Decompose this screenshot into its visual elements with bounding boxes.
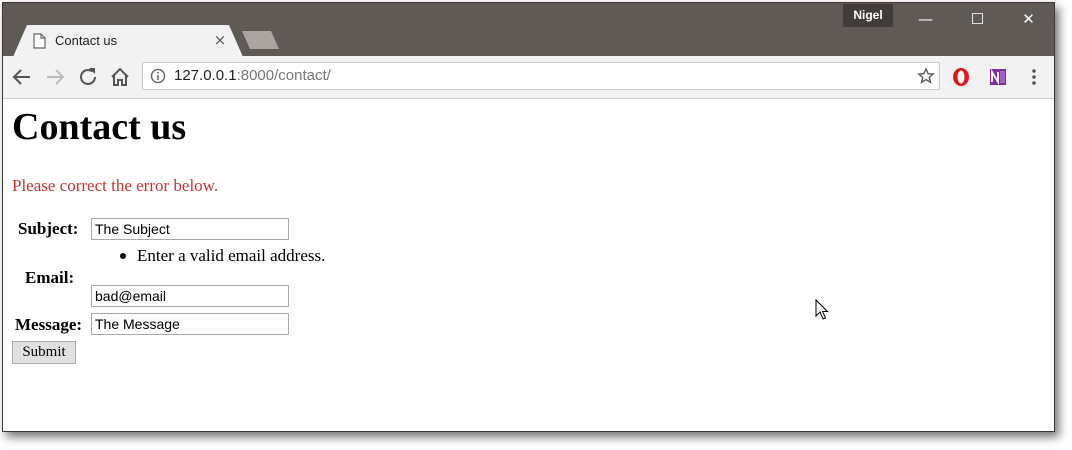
page-icon — [33, 33, 46, 49]
url-path: :8000/contact/ — [236, 67, 331, 84]
tab-shape — [13, 25, 243, 57]
tab-contact-us[interactable]: Contact us × — [13, 25, 243, 57]
browser-window: Contact us × Nigel — ☐ ✕ 127.0.0.1:8000/… — [2, 2, 1055, 432]
mouse-cursor-icon — [815, 299, 829, 320]
close-window-button[interactable]: ✕ — [1006, 9, 1051, 29]
onenote-icon[interactable] — [988, 67, 1008, 87]
title-bar: Contact us × Nigel — ☐ ✕ — [3, 3, 1054, 57]
message-input[interactable] — [91, 313, 289, 335]
subject-input[interactable] — [91, 218, 289, 240]
email-error-message: Enter a valid email address. — [137, 246, 326, 265]
forward-icon[interactable] — [43, 65, 67, 89]
opera-icon[interactable] — [951, 67, 971, 87]
reload-icon[interactable] — [76, 65, 100, 89]
back-icon[interactable] — [10, 65, 34, 89]
address-bar[interactable]: 127.0.0.1:8000/contact/ — [142, 62, 940, 90]
info-icon[interactable] — [150, 68, 166, 84]
star-icon[interactable] — [917, 67, 935, 85]
page-title: Contact us — [12, 106, 187, 148]
profile-badge[interactable]: Nigel — [843, 4, 893, 27]
browser-toolbar: 127.0.0.1:8000/contact/ — [3, 56, 1054, 99]
url-host: 127.0.0.1 — [174, 67, 237, 84]
tab-close-icon[interactable]: × — [212, 31, 228, 49]
maximize-button[interactable]: ☐ — [955, 9, 1000, 29]
email-label: Email: — [25, 268, 75, 287]
error-summary: Please correct the error below. — [12, 176, 219, 195]
submit-button[interactable]: Submit — [12, 341, 76, 364]
subject-label: Subject: — [18, 219, 79, 238]
url-text[interactable]: 127.0.0.1:8000/contact/ — [174, 67, 331, 84]
minimize-button[interactable]: — — [903, 9, 948, 29]
message-label: Message: — [15, 315, 83, 334]
menu-icon[interactable] — [1029, 68, 1039, 86]
email-input[interactable] — [91, 285, 289, 307]
bullet-icon — [120, 253, 126, 259]
home-icon[interactable] — [108, 65, 132, 89]
page-content: Contact us Please correct the error belo… — [3, 99, 1054, 431]
new-tab-button[interactable] — [242, 31, 282, 51]
tab-title: Contact us — [55, 33, 118, 48]
